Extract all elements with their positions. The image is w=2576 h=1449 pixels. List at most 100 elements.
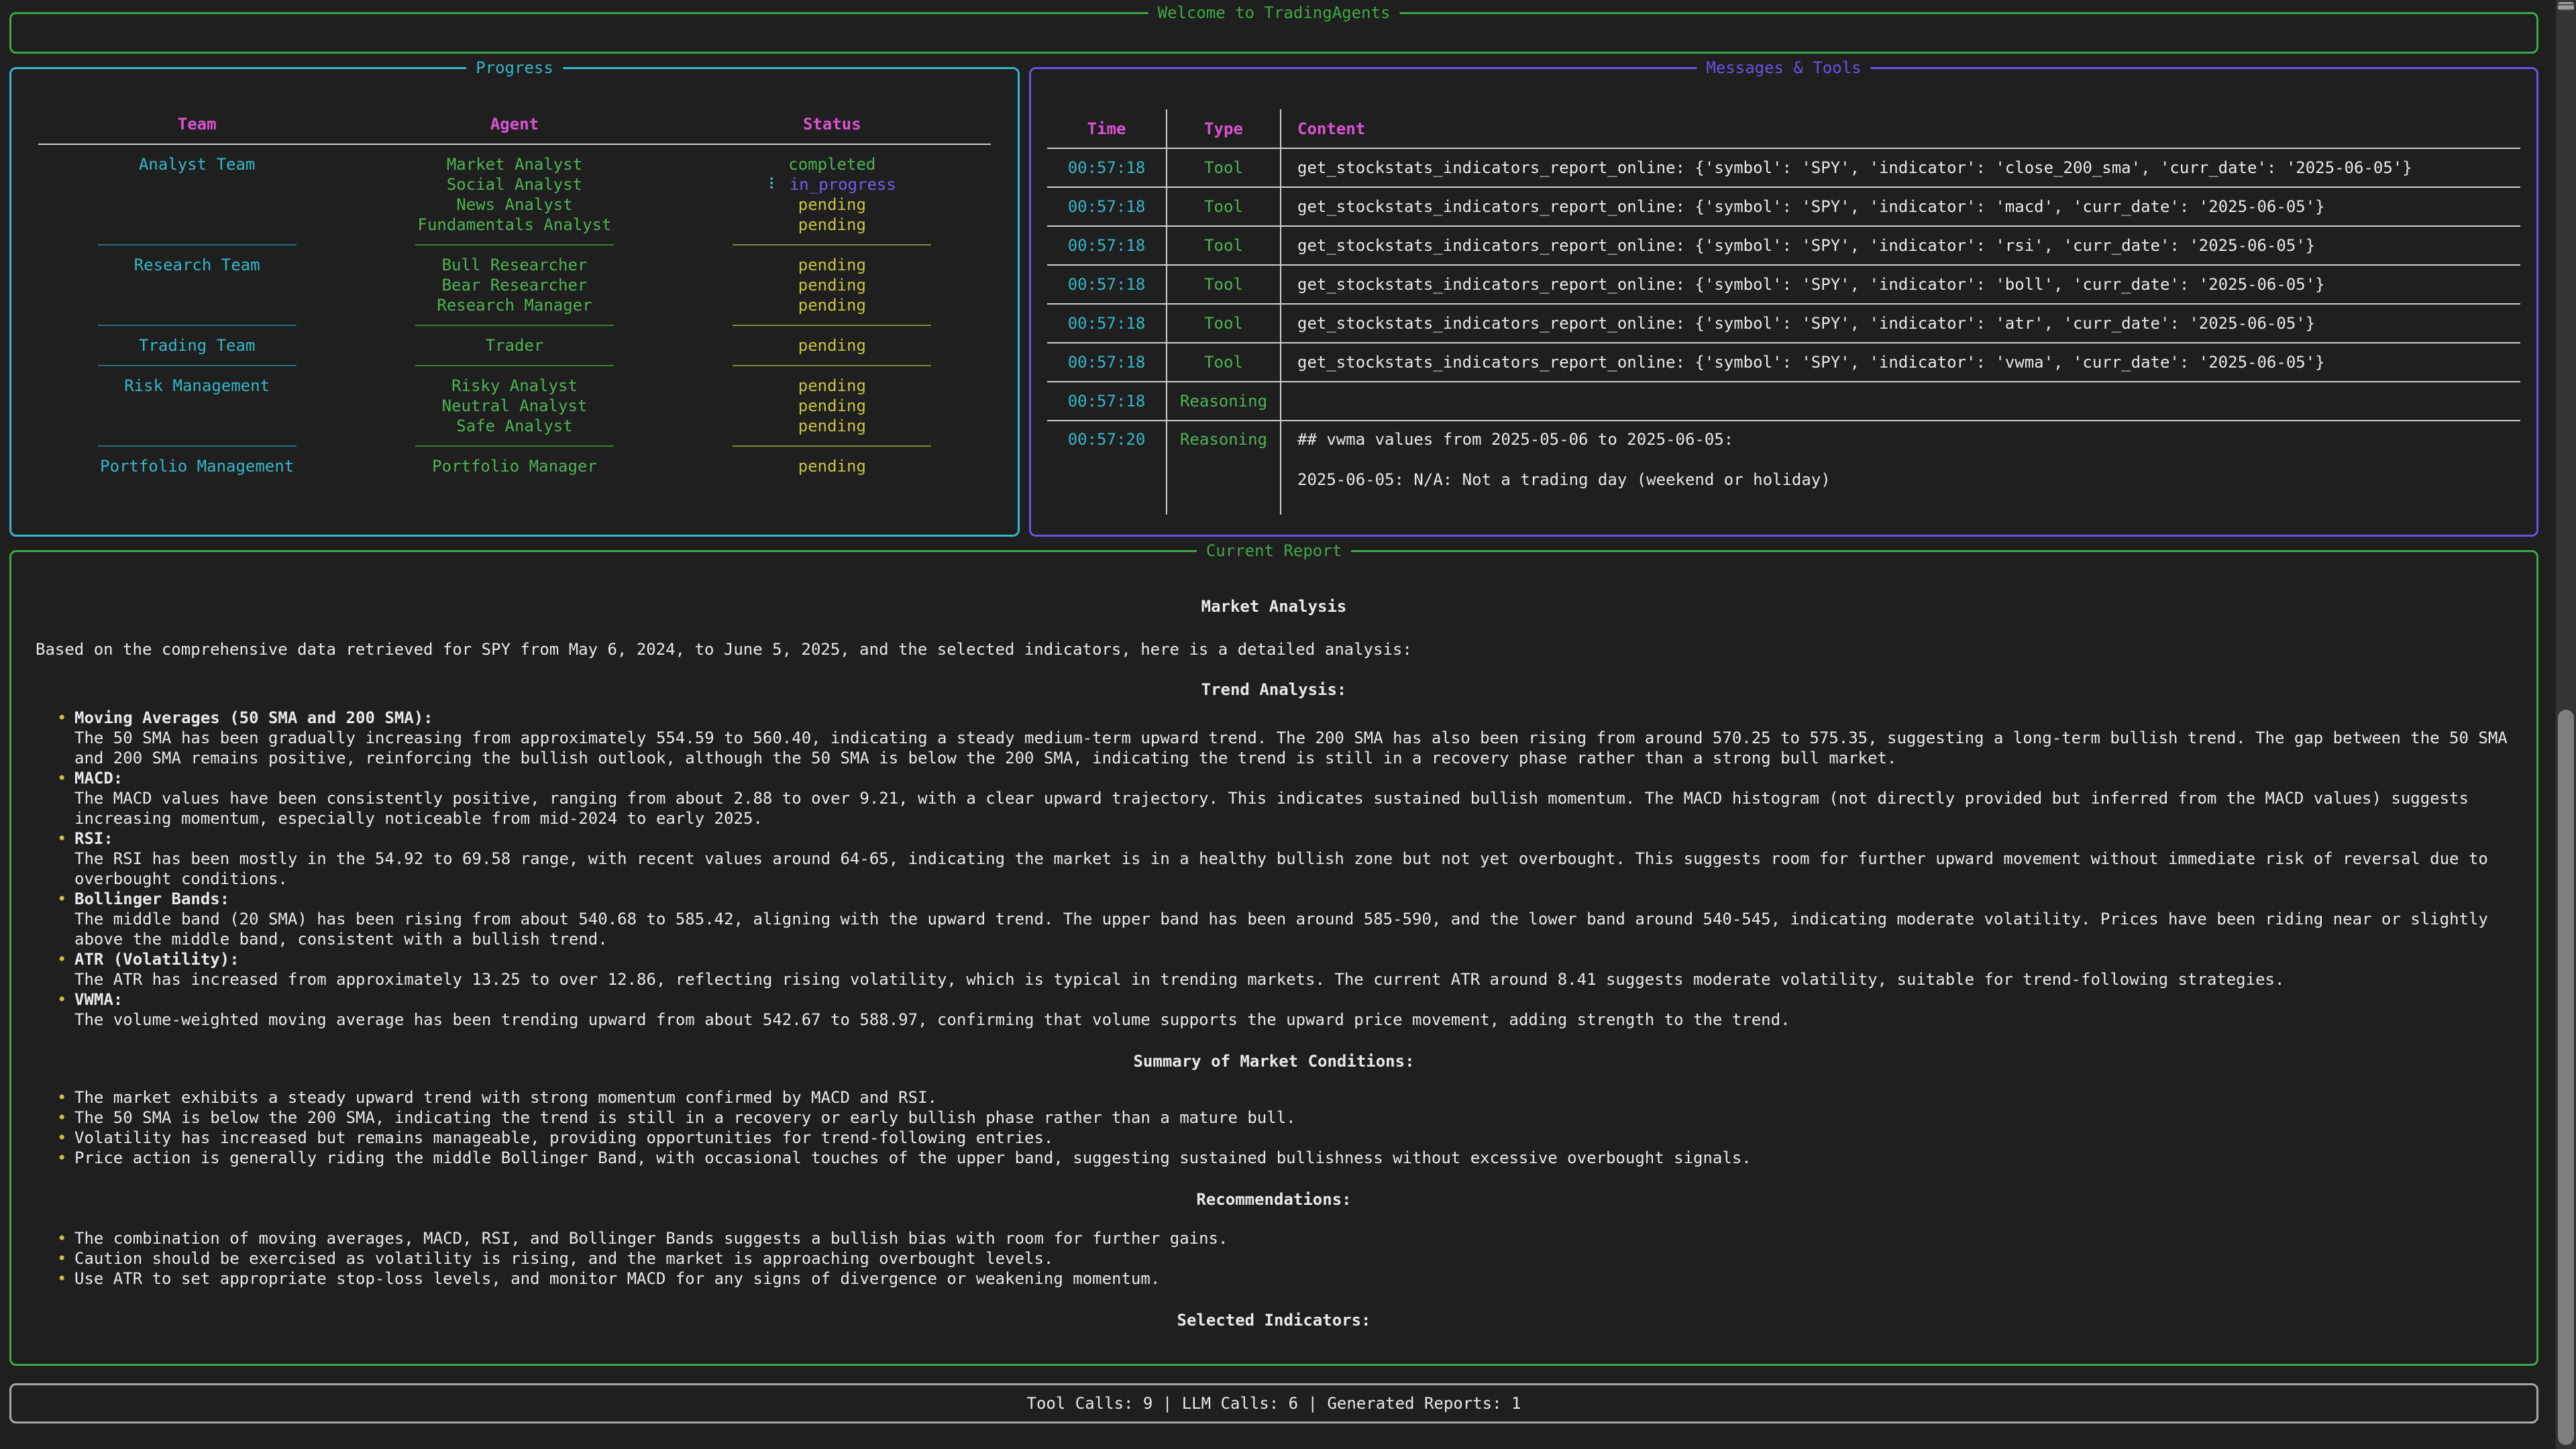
- message-content: get_stockstats_indicators_report_online:…: [1281, 265, 2520, 304]
- status-badge: pending: [674, 376, 991, 396]
- trend-analysis-heading: Trend Analysis:: [36, 680, 2512, 700]
- message-time: 00:57:18: [1047, 226, 1167, 265]
- progress-panel: Progress Team Agent Status Analyst Team …: [9, 67, 1020, 537]
- list-item: VWMA:The volume-weighted moving average …: [74, 989, 2512, 1030]
- messages-tools-panel: Messages & Tools Time Type Content 00:57…: [1029, 67, 2538, 537]
- message-type: Tool: [1167, 265, 1281, 304]
- list-item: ATR (Volatility):The ATR has increased f…: [74, 949, 2512, 989]
- recommendations-bullet-list: The combination of moving averages, MACD…: [36, 1228, 2512, 1289]
- message-type: Reasoning: [1167, 382, 1281, 421]
- message-type: Tool: [1167, 226, 1281, 265]
- message-row: 00:57:18 Tool get_stockstats_indicators_…: [1047, 148, 2520, 187]
- list-item: Use ATR to set appropriate stop-loss lev…: [74, 1269, 2512, 1289]
- message-time: 00:57:18: [1047, 382, 1167, 421]
- section-separator: [38, 436, 991, 456]
- progress-section-risk: Risk Management Risky Analyst Neutral An…: [38, 376, 991, 436]
- recommendations-heading: Recommendations:: [36, 1189, 2512, 1210]
- message-type: Tool: [1167, 148, 1281, 187]
- team-name: Risk Management: [38, 376, 356, 436]
- agent-name: Safe Analyst: [356, 416, 673, 436]
- message-content: get_stockstats_indicators_report_online:…: [1281, 187, 2520, 226]
- status-badge: ⠇ in_progress: [674, 174, 991, 195]
- message-content: get_stockstats_indicators_report_online:…: [1281, 304, 2520, 343]
- messages-table: Time Type Content 00:57:18 Tool get_stoc…: [1047, 109, 2520, 515]
- message-time: 00:57:20: [1047, 421, 1167, 515]
- agent-name: Portfolio Manager: [356, 456, 673, 476]
- scrollbar-thumb[interactable]: [2558, 710, 2574, 1445]
- agent-name: Market Analyst: [356, 154, 673, 174]
- status-badge: pending: [674, 335, 991, 356]
- spinner-icon: ⠇: [768, 175, 780, 194]
- progress-panel-title: Progress: [466, 58, 563, 78]
- message-content: [1281, 382, 2520, 421]
- team-name: Research Team: [38, 255, 356, 315]
- report-content: Market Analysis Based on the comprehensi…: [11, 552, 2536, 1330]
- column-header-time: Time: [1047, 109, 1167, 148]
- section-separator: [38, 356, 991, 376]
- summary-heading: Summary of Market Conditions:: [36, 1051, 2512, 1071]
- progress-section-trading: Trading Team Trader pending: [38, 335, 991, 356]
- progress-section-analyst: Analyst Team Market Analyst Social Analy…: [38, 154, 991, 235]
- welcome-panel: Welcome to TradingAgents: [9, 12, 2538, 54]
- team-name: Portfolio Management: [38, 456, 356, 476]
- list-item: RSI:The RSI has been mostly in the 54.92…: [74, 828, 2512, 889]
- agent-name: Trader: [356, 335, 673, 356]
- progress-table: Team Agent Status Analyst Team Market An…: [38, 114, 991, 476]
- list-item: Bollinger Bands:The middle band (20 SMA)…: [74, 889, 2512, 949]
- list-item: Moving Averages (50 SMA and 200 SMA):The…: [74, 708, 2512, 768]
- column-header-team: Team: [38, 114, 356, 134]
- stats-text: Tool Calls: 9 | LLM Calls: 6 | Generated…: [1027, 1393, 1521, 1413]
- agent-name: Neutral Analyst: [356, 396, 673, 416]
- progress-section-research: Research Team Bull Researcher Bear Resea…: [38, 255, 991, 315]
- messages-table-header: Time Type Content: [1047, 109, 2520, 148]
- messages-tools-panel-title: Messages & Tools: [1697, 58, 1870, 78]
- message-row: 00:57:18 Tool get_stockstats_indicators_…: [1047, 265, 2520, 304]
- message-time: 00:57:18: [1047, 304, 1167, 343]
- tradingagents-tui: { "colors": { "background": "#1e1f1e", "…: [0, 0, 2576, 1449]
- section-separator: [38, 235, 991, 255]
- progress-section-portfolio: Portfolio Management Portfolio Manager p…: [38, 456, 991, 476]
- message-row: 00:57:18 Reasoning: [1047, 382, 2520, 421]
- summary-bullet-list: The market exhibits a steady upward tren…: [36, 1087, 2512, 1168]
- list-item: MACD:The MACD values have been consisten…: [74, 768, 2512, 828]
- report-heading: Market Analysis: [36, 596, 2512, 616]
- message-time: 00:57:18: [1047, 187, 1167, 226]
- status-badge: pending: [674, 215, 991, 235]
- agent-name: Social Analyst: [356, 174, 673, 195]
- message-type: Tool: [1167, 187, 1281, 226]
- team-name: Analyst Team: [38, 154, 356, 235]
- status-badge: pending: [674, 255, 991, 275]
- message-content: get_stockstats_indicators_report_online:…: [1281, 148, 2520, 187]
- column-header-agent: Agent: [356, 114, 673, 134]
- scrollbar-top-button[interactable]: [2558, 2, 2574, 11]
- progress-table-header: Team Agent Status: [38, 114, 991, 145]
- report-intro: Based on the comprehensive data retrieve…: [36, 639, 2512, 659]
- status-badge: pending: [674, 295, 991, 315]
- trend-bullet-list: Moving Averages (50 SMA and 200 SMA):The…: [36, 708, 2512, 1030]
- message-type: Tool: [1167, 304, 1281, 343]
- message-content: get_stockstats_indicators_report_online:…: [1281, 226, 2520, 265]
- list-item: Caution should be exercised as volatilit…: [74, 1248, 2512, 1269]
- column-header-status: Status: [674, 114, 991, 134]
- status-badge: completed: [674, 154, 991, 174]
- list-item: The combination of moving averages, MACD…: [74, 1228, 2512, 1248]
- stats-bar: Tool Calls: 9 | LLM Calls: 6 | Generated…: [9, 1383, 2538, 1424]
- list-item: Volatility has increased but remains man…: [74, 1128, 2512, 1148]
- message-time: 00:57:18: [1047, 148, 1167, 187]
- column-header-type: Type: [1167, 109, 1281, 148]
- message-row: 00:57:18 Tool get_stockstats_indicators_…: [1047, 304, 2520, 343]
- agent-name: Risky Analyst: [356, 376, 673, 396]
- status-badge: pending: [674, 275, 991, 295]
- message-type: Tool: [1167, 343, 1281, 382]
- message-row: 00:57:18 Tool get_stockstats_indicators_…: [1047, 226, 2520, 265]
- list-item: The 50 SMA is below the 200 SMA, indicat…: [74, 1108, 2512, 1128]
- agent-name: Research Manager: [356, 295, 673, 315]
- status-badge: pending: [674, 416, 991, 436]
- message-type: Reasoning: [1167, 421, 1281, 515]
- message-row: 00:57:18 Tool get_stockstats_indicators_…: [1047, 343, 2520, 382]
- team-name: Trading Team: [38, 335, 356, 356]
- current-report-panel: Current Report Market Analysis Based on …: [9, 550, 2538, 1366]
- current-report-panel-title: Current Report: [1197, 541, 1351, 561]
- section-separator: [38, 315, 991, 335]
- message-time: 00:57:18: [1047, 343, 1167, 382]
